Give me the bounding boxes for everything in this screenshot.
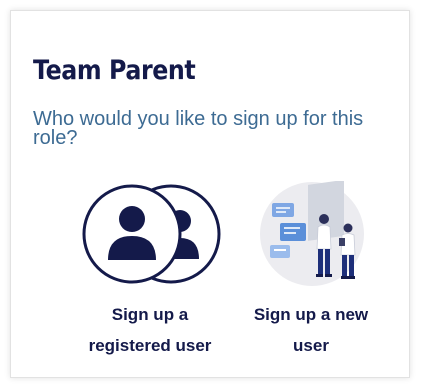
sign-up-registered-user-option[interactable]: Sign up a registered user: [75, 181, 225, 361]
role-title: Team Parent: [33, 55, 196, 86]
signup-question: Who would you like to sign up for this r…: [33, 108, 364, 149]
sign-up-new-user-option[interactable]: Sign up a new user: [236, 181, 386, 361]
new-user-illustration: [260, 181, 364, 286]
option-label-new: Sign up a new user: [253, 305, 369, 355]
option-label-registered: Sign up a registered user: [88, 305, 212, 355]
signup-role-card: Team Parent Who would you like to sign u…: [10, 10, 410, 378]
registered-users-icon: [82, 184, 221, 284]
